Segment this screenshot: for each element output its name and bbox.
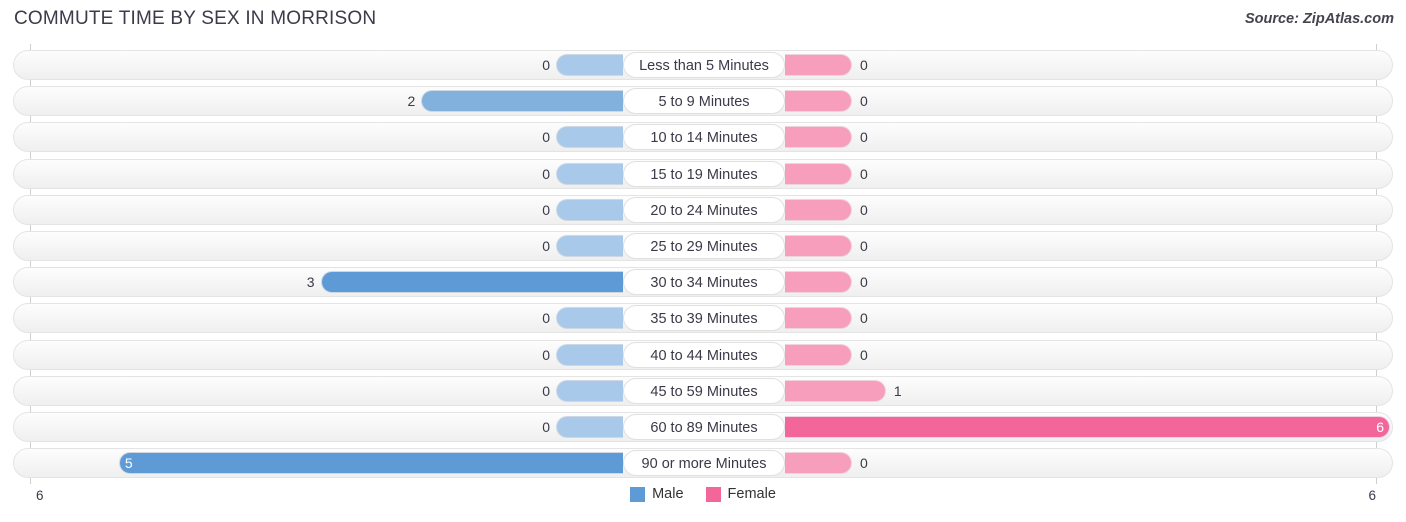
bar-female[interactable]	[785, 452, 852, 475]
bar-female[interactable]	[785, 379, 886, 402]
bar-female[interactable]	[785, 126, 852, 149]
bar-value-female: 0	[860, 165, 868, 182]
bar-female[interactable]	[785, 271, 852, 294]
bar-female[interactable]	[785, 343, 852, 366]
bar-male[interactable]	[320, 271, 623, 294]
category-label: 30 to 34 Minutes	[623, 269, 785, 296]
chart-header: COMMUTE TIME BY SEX IN MORRISON Source: …	[0, 0, 1406, 44]
bar-value-male: 5	[124, 455, 133, 472]
table-row[interactable]: 0 0 Less than 5 Minutes	[13, 50, 1393, 80]
bar-value-male: 0	[542, 57, 550, 73]
bar-value-female: 0	[860, 129, 868, 146]
legend-swatch-icon	[630, 486, 646, 502]
bar-value-male: 0	[542, 419, 550, 435]
table-row[interactable]: 0 0 20 to 24 Minutes	[13, 194, 1393, 225]
bar-value-female: 0	[860, 93, 868, 110]
bar-male[interactable]	[118, 452, 623, 475]
table-row[interactable]: 0 0 35 to 39 Minutes	[13, 303, 1393, 334]
legend-item-female[interactable]: Female	[705, 486, 776, 502]
bar-value-male: 0	[542, 129, 550, 146]
legend-item-male[interactable]: Male	[630, 486, 684, 502]
bar-value-female: 0	[860, 455, 868, 472]
bar-male[interactable]	[556, 343, 623, 366]
legend-swatch-icon	[705, 486, 721, 502]
bar-male[interactable]	[556, 198, 623, 221]
bar-value-male: 0	[542, 238, 550, 254]
bar-value-male: 3	[306, 274, 315, 291]
bar-male[interactable]	[421, 90, 623, 113]
bar-value-female: 0	[860, 57, 868, 73]
bar-male[interactable]	[556, 54, 623, 76]
table-row[interactable]: 0 0 25 to 29 Minutes	[13, 231, 1393, 261]
legend-label: Female	[727, 486, 776, 502]
table-row[interactable]: 0 0 15 to 19 Minutes	[13, 158, 1393, 189]
plot-area: 0 0 Less than 5 Minutes 2 0 5 to 9 Minutes 0 0 1…	[0, 44, 1406, 484]
bar-value-female: 1	[893, 382, 902, 399]
table-row[interactable]: 0 0 10 to 14 Minutes	[13, 122, 1393, 153]
bar-value-female: 6	[1376, 419, 1384, 435]
category-label: Less than 5 Minutes	[623, 52, 785, 78]
bar-value-male: 2	[407, 93, 416, 110]
bar-value-male: 0	[542, 382, 550, 399]
bar-female[interactable]	[785, 235, 852, 257]
legend-label: Male	[652, 486, 684, 502]
bar-male[interactable]	[556, 416, 623, 438]
bar-value-male: 0	[542, 201, 550, 218]
category-label: 40 to 44 Minutes	[623, 341, 785, 368]
bar-value-female: 0	[860, 310, 868, 327]
bar-male[interactable]	[556, 162, 623, 185]
page-title: COMMUTE TIME BY SEX IN MORRISON	[14, 8, 377, 29]
category-label: 35 to 39 Minutes	[623, 305, 785, 332]
bar-female[interactable]	[785, 198, 852, 221]
bar-female[interactable]	[785, 162, 852, 185]
chart-footer: 6 6 Male Female	[0, 484, 1406, 522]
bar-male[interactable]	[556, 379, 623, 402]
bar-value-female: 0	[860, 346, 868, 363]
bar-male[interactable]	[556, 307, 623, 330]
category-label: 10 to 14 Minutes	[623, 124, 785, 151]
table-row[interactable]: 5 0 90 or more Minutes	[13, 448, 1393, 479]
category-label: 15 to 19 Minutes	[623, 160, 785, 187]
chart-legend: Male Female	[0, 486, 1406, 502]
category-label: 20 to 24 Minutes	[623, 196, 785, 223]
category-label: 25 to 29 Minutes	[623, 233, 785, 259]
bar-value-female: 0	[860, 238, 868, 254]
category-label: 90 or more Minutes	[623, 450, 785, 477]
category-label: 60 to 89 Minutes	[623, 414, 785, 440]
table-row[interactable]: 0 0 40 to 44 Minutes	[13, 339, 1393, 370]
bar-male[interactable]	[556, 126, 623, 149]
bar-value-female: 0	[860, 274, 868, 291]
bar-female[interactable]	[785, 54, 852, 76]
bar-female[interactable]	[785, 90, 852, 113]
category-label: 5 to 9 Minutes	[623, 88, 785, 115]
bar-value-female: 0	[860, 201, 868, 218]
bar-male[interactable]	[556, 235, 623, 257]
bar-value-male: 0	[542, 310, 550, 327]
source-attribution: Source: ZipAtlas.com	[1244, 11, 1394, 27]
table-row[interactable]: 0 1 45 to 59 Minutes	[13, 375, 1393, 406]
bar-value-male: 0	[542, 346, 550, 363]
table-row[interactable]: 2 0 5 to 9 Minutes	[13, 86, 1393, 117]
table-row[interactable]: 3 0 30 to 34 Minutes	[13, 267, 1393, 298]
category-label: 45 to 59 Minutes	[623, 377, 785, 404]
bar-female[interactable]	[785, 416, 1390, 438]
bar-value-male: 0	[542, 165, 550, 182]
bar-female[interactable]	[785, 307, 852, 330]
table-row[interactable]: 0 6 60 to 89 Minutes	[13, 412, 1393, 442]
